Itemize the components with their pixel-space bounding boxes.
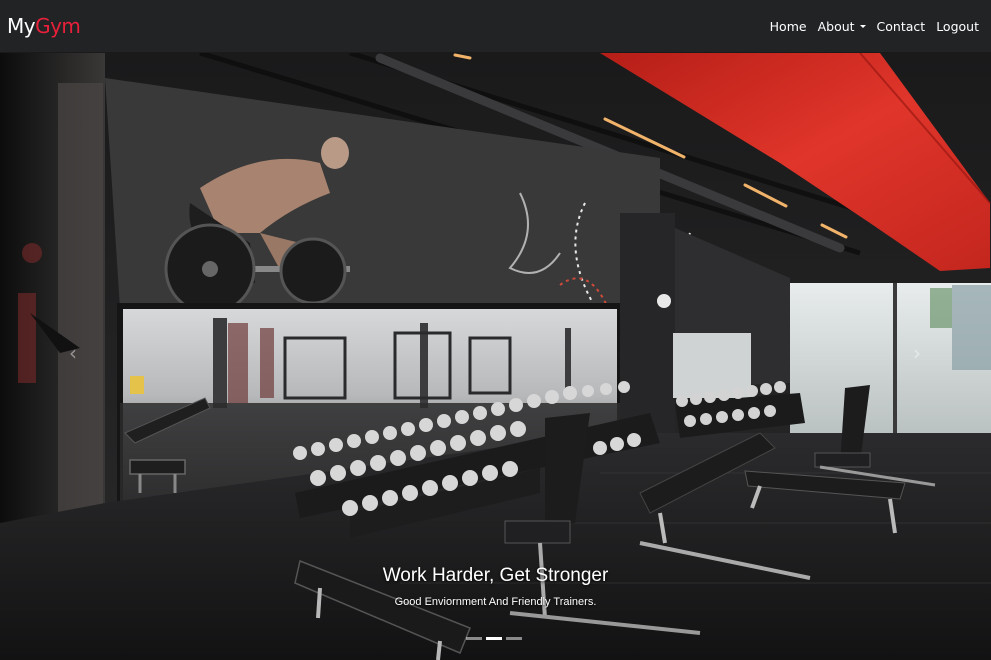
nav-about-label: About — [817, 18, 855, 34]
carousel-indicator-2[interactable] — [486, 637, 502, 640]
nav-logout-link[interactable]: Logout — [936, 19, 979, 34]
chevron-right-icon: › — [913, 341, 921, 365]
caret-down-icon — [859, 24, 866, 28]
brand-logo[interactable]: My Gym — [7, 14, 81, 38]
brand-text-my: My — [7, 14, 36, 38]
nav-home-link[interactable]: Home — [770, 19, 807, 34]
carousel-indicator-1[interactable] — [466, 637, 482, 640]
caption-title: Work Harder, Get Stronger — [382, 565, 609, 586]
caption-subtitle: Good Enviornment And Friendly Trainers. — [394, 596, 597, 608]
carousel-indicator-3[interactable] — [506, 637, 522, 640]
hero-carousel: ‹ › Work Harder, Get Stronger Good Envio… — [0, 53, 991, 660]
nav-links: Home About Contact Logout — [770, 19, 979, 34]
top-navbar: My Gym Home About Contact Logout — [0, 0, 991, 53]
nav-contact-link[interactable]: Contact — [877, 19, 926, 34]
carousel-indicators — [466, 637, 522, 640]
chevron-left-icon: ‹ — [69, 341, 77, 365]
nav-about-dropdown[interactable]: About — [818, 19, 866, 34]
carousel-caption: Work Harder, Get Stronger Good Enviornme… — [0, 565, 991, 608]
brand-text-gym: Gym — [35, 14, 81, 38]
carousel-prev-button[interactable]: ‹ — [58, 338, 88, 368]
carousel-next-button[interactable]: › — [902, 338, 932, 368]
